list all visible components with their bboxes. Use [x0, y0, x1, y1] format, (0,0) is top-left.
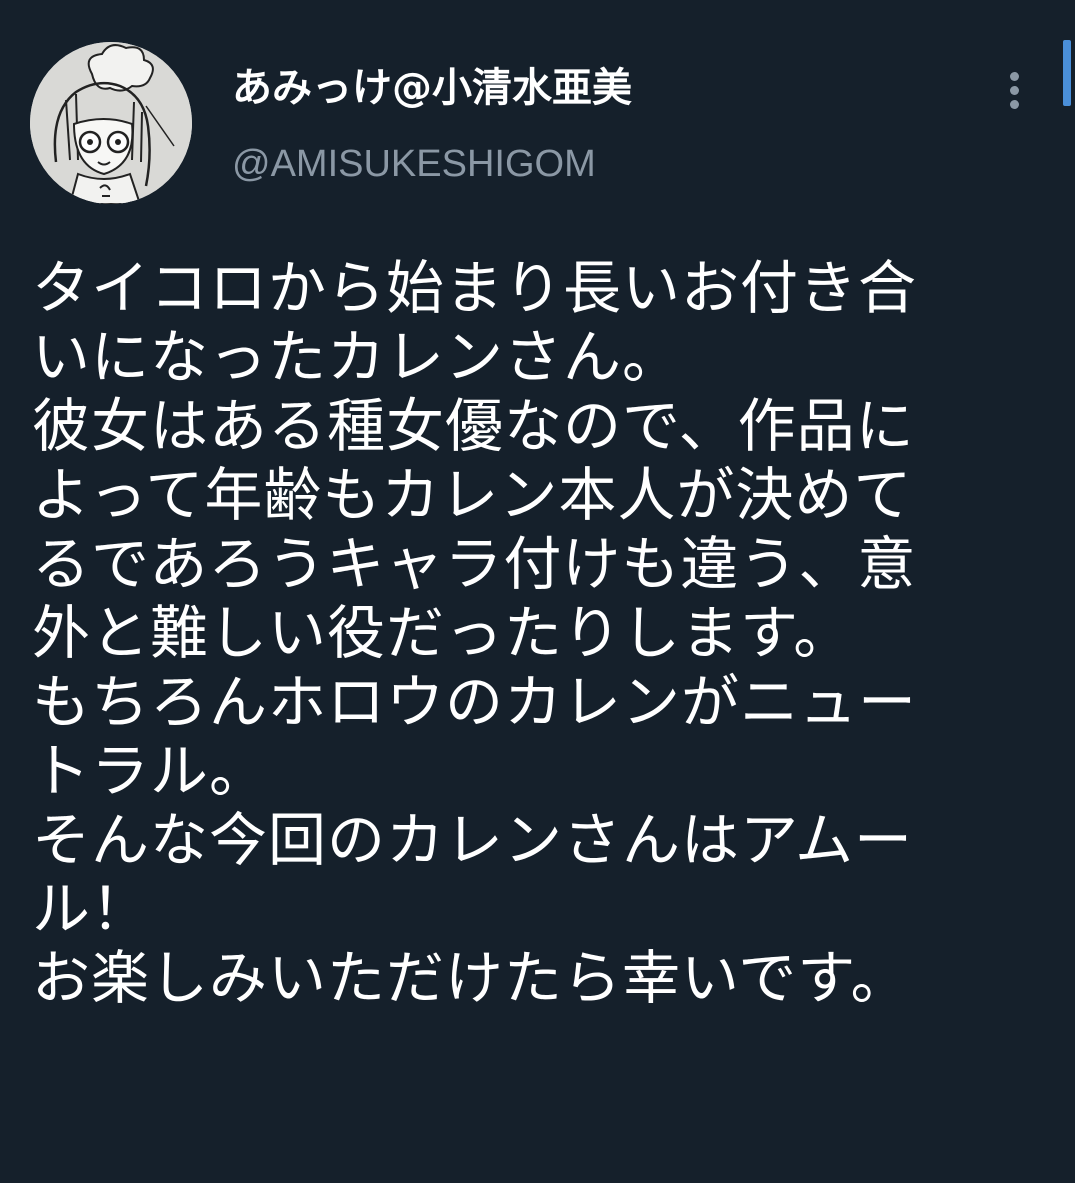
tweet-text-line: よって年齢もカレン本人が決めて — [32, 461, 913, 529]
avatar[interactable] — [30, 42, 192, 204]
scroll-indicator[interactable] — [1063, 40, 1071, 106]
tweet-text-line: もちろんホロウのカレンがニュー — [32, 668, 918, 736]
tweet-text: タイコロから始まり長いお付き合 いになったカレンさん。 彼女はある種女優なので、… — [32, 254, 1032, 1013]
tweet-text-line: いになったカレンさん。 — [32, 323, 682, 391]
more-options-button[interactable] — [998, 68, 1032, 114]
user-handle[interactable]: @AMISUKESHIGOM — [232, 140, 596, 188]
tweet-text-line: 外と難しい役だったりします。 — [32, 599, 853, 667]
tweet-text-line: ル！ — [32, 875, 151, 943]
tweet: あみっけ@小清水亜美 @AMISUKESHIGOM タイコロから始まり長いお付き… — [0, 0, 1075, 1183]
tweet-text-line: そんな今回のカレンさんはアムー — [32, 806, 913, 874]
tweet-text-line: タイコロから始まり長いお付き合 — [32, 254, 918, 322]
tweet-text-line: お楽しみいただけたら幸いです。 — [32, 944, 910, 1012]
tweet-text-line: るであろうキャラ付けも違う、意 — [32, 530, 917, 598]
tweet-text-line: 彼女はある種女優なので、作品に — [32, 392, 915, 460]
avatar-drawing — [30, 42, 192, 204]
tweet-text-line: トラル。 — [32, 737, 269, 805]
display-name[interactable]: あみっけ@小清水亜美 — [232, 62, 632, 114]
